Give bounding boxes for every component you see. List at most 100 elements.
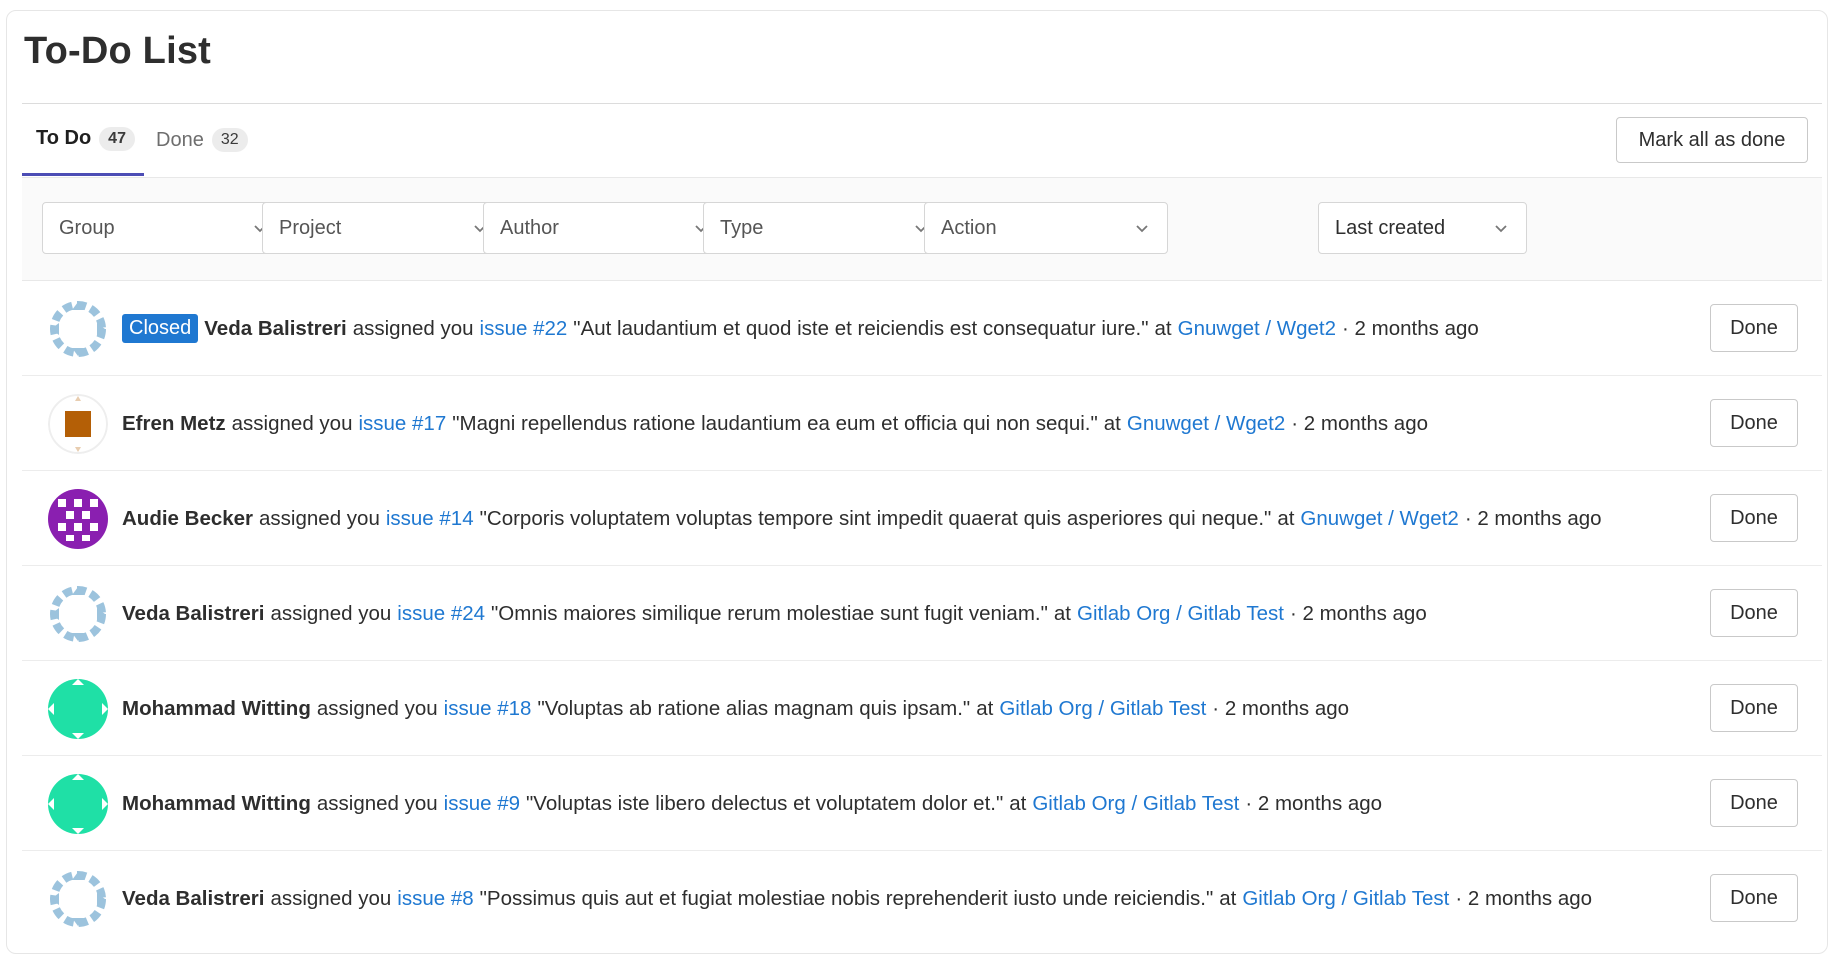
- todo-time: · 2 months ago: [1245, 791, 1383, 815]
- count-badge: 47: [99, 126, 135, 151]
- todo-target-link[interactable]: issue #9: [444, 792, 520, 816]
- todo-action: assigned you: [270, 601, 392, 625]
- todo-at: at: [1103, 411, 1121, 435]
- todo-title: "Aut laudantium et quod iste et reiciend…: [573, 316, 1149, 340]
- filter-bar: Group Project Author Type Action Last cr…: [22, 177, 1822, 281]
- todo-title: "Omnis maiores similique rerum molestiae…: [491, 601, 1048, 625]
- todo-project-link[interactable]: Gitlab Org / Gitlab Test: [1032, 792, 1239, 816]
- done-button[interactable]: Done: [1710, 399, 1798, 447]
- todo-action: assigned you: [231, 411, 353, 435]
- todo-project-link[interactable]: Gnuwget / Wget2: [1127, 412, 1285, 436]
- todo-author[interactable]: Mohammad Witting: [122, 697, 311, 721]
- todo-item: Audie Becker assigned you issue #14 "Cor…: [22, 471, 1822, 566]
- identicon-purple-grid-icon: [48, 489, 108, 549]
- group-filter-dropdown[interactable]: Group: [42, 202, 286, 254]
- todo-at: at: [1277, 506, 1295, 530]
- todo-action: assigned you: [270, 886, 392, 910]
- identicon-blue-ring-icon: [48, 584, 108, 644]
- type-filter-dropdown[interactable]: Type: [703, 202, 947, 254]
- avatar[interactable]: [48, 869, 108, 929]
- todo-at: at: [1009, 791, 1027, 815]
- todo-time: · 2 months ago: [1291, 411, 1429, 435]
- closed-state-badge: Closed: [122, 314, 199, 343]
- todo-author[interactable]: Efren Metz: [122, 412, 226, 436]
- todo-target-link[interactable]: issue #22: [480, 317, 568, 341]
- action-filter-dropdown[interactable]: Action: [924, 202, 1168, 254]
- chevron-down-icon: [1495, 225, 1507, 233]
- todo-author[interactable]: Veda Balistreri: [122, 602, 264, 626]
- tab-to-do[interactable]: To Do 47: [22, 104, 144, 176]
- todo-item: Mohammad Witting assigned you issue #18 …: [22, 661, 1822, 756]
- avatar[interactable]: [48, 679, 108, 739]
- todo-project-link[interactable]: Gnuwget / Wget2: [1300, 507, 1458, 531]
- avatar[interactable]: [48, 584, 108, 644]
- todo-time: · 2 months ago: [1455, 886, 1593, 910]
- todo-project-link[interactable]: Gitlab Org / Gitlab Test: [999, 697, 1206, 721]
- todo-at: at: [976, 696, 994, 720]
- todo-target-link[interactable]: issue #14: [386, 507, 474, 531]
- done-button[interactable]: Done: [1710, 304, 1798, 352]
- todo-target-link[interactable]: issue #17: [358, 412, 446, 436]
- project-filter-dropdown[interactable]: Project: [262, 202, 506, 254]
- todo-author[interactable]: Veda Balistreri: [204, 317, 346, 341]
- todo-item: Efren Metz assigned you issue #17 "Magni…: [22, 376, 1822, 471]
- tab-done[interactable]: Done 32: [156, 104, 248, 176]
- todo-action: assigned you: [352, 316, 474, 340]
- dropdown-label: Author: [500, 216, 559, 239]
- todo-list: Closed Veda Balistreri assigned you issu…: [22, 281, 1822, 946]
- done-button[interactable]: Done: [1710, 494, 1798, 542]
- todo-title: "Voluptas iste libero delectus et volupt…: [526, 791, 1004, 815]
- todo-time: · 2 months ago: [1212, 696, 1350, 720]
- avatar[interactable]: [48, 774, 108, 834]
- done-button[interactable]: Done: [1710, 589, 1798, 637]
- identicon-brown-square-icon: [48, 394, 108, 454]
- todo-item: Closed Veda Balistreri assigned you issu…: [22, 281, 1822, 376]
- tab-label: To Do: [36, 127, 92, 149]
- todo-target-link[interactable]: issue #18: [444, 697, 532, 721]
- todo-author[interactable]: Audie Becker: [122, 507, 253, 531]
- todo-target-link[interactable]: issue #24: [397, 602, 485, 626]
- done-button[interactable]: Done: [1710, 874, 1798, 922]
- todo-action: assigned you: [259, 506, 380, 530]
- todo-project-link[interactable]: Gnuwget / Wget2: [1178, 317, 1336, 341]
- identicon-blue-ring-icon: [48, 869, 108, 929]
- done-button[interactable]: Done: [1710, 684, 1798, 732]
- count-badge: 32: [211, 128, 248, 152]
- avatar[interactable]: [48, 489, 108, 549]
- author-filter-dropdown[interactable]: Author: [483, 202, 727, 254]
- dropdown-label: Type: [720, 216, 764, 239]
- sort-dropdown[interactable]: Last created: [1318, 202, 1527, 254]
- dropdown-label: Group: [59, 216, 115, 239]
- todo-action: assigned you: [316, 791, 438, 815]
- todo-project-link[interactable]: Gitlab Org / Gitlab Test: [1242, 887, 1449, 911]
- page-title: To-Do List: [24, 30, 212, 72]
- todo-time: · 2 months ago: [1464, 506, 1602, 530]
- dropdown-label: Last created: [1335, 216, 1446, 239]
- avatar[interactable]: [48, 299, 108, 359]
- todo-title: "Corporis voluptatem voluptas tempore si…: [479, 506, 1272, 530]
- todo-at: at: [1154, 316, 1172, 340]
- identicon-blue-ring-icon: [48, 299, 108, 359]
- todo-action: assigned you: [316, 696, 438, 720]
- todo-title: "Voluptas ab ratione alias magnam quis i…: [537, 696, 971, 720]
- avatar[interactable]: [48, 394, 108, 454]
- dropdown-label: Project: [279, 216, 342, 239]
- todo-item: Mohammad Witting assigned you issue #9 "…: [22, 756, 1822, 851]
- mark-all-done-button[interactable]: Mark all as done: [1616, 117, 1808, 163]
- todo-item: Veda Balistreri assigned you issue #8 "P…: [22, 851, 1822, 946]
- todo-at: at: [1219, 886, 1237, 910]
- todo-time: · 2 months ago: [1289, 601, 1427, 625]
- todo-author[interactable]: Veda Balistreri: [122, 887, 264, 911]
- dropdown-label: Action: [941, 216, 997, 239]
- identicon-green-blob-icon: [48, 679, 108, 739]
- todo-at: at: [1053, 601, 1071, 625]
- todo-time: · 2 months ago: [1342, 316, 1479, 340]
- todo-project-link[interactable]: Gitlab Org / Gitlab Test: [1077, 602, 1284, 626]
- done-button[interactable]: Done: [1710, 779, 1798, 827]
- todo-item: Veda Balistreri assigned you issue #24 "…: [22, 566, 1822, 661]
- todo-author[interactable]: Mohammad Witting: [122, 792, 311, 816]
- tab-label: Done: [156, 128, 204, 151]
- todo-title: "Magni repellendus ratione laudantium ea…: [452, 411, 1098, 435]
- todo-tabs: To Do 47 Done 32: [22, 104, 1822, 176]
- todo-target-link[interactable]: issue #8: [397, 887, 473, 911]
